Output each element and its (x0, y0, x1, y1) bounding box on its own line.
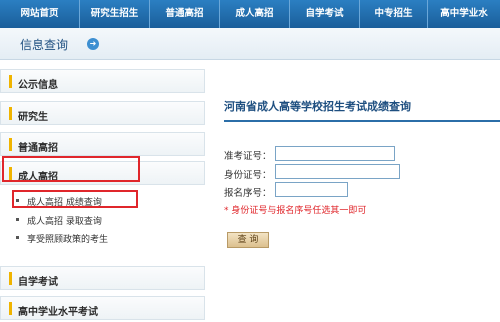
exam-number-input[interactable] (275, 146, 395, 161)
hint-note: * 身份证号与报名序号任选其一即可 (224, 206, 367, 216)
bullet-bar-icon (9, 138, 12, 151)
sidebar-item-graduate[interactable]: 研究生 (0, 101, 205, 125)
bullet-bar-icon (9, 107, 12, 120)
id-number-label: 身份证号： (224, 170, 272, 181)
nav-graduate[interactable]: 研究生招生 (80, 0, 150, 28)
id-number-input[interactable] (275, 164, 400, 179)
nav-self-study[interactable]: 自学考试 (290, 0, 360, 28)
query-title: 河南省成人高等学校招生考试成绩查询 (224, 100, 411, 113)
sidebar-subitem-admission-query[interactable]: 成人高招 录取查询 (0, 213, 205, 227)
divider (224, 120, 500, 122)
top-nav: 网站首页 研究生招生 普通高招 成人高招 自学考试 中专招生 高中学业水 (0, 0, 500, 28)
exam-number-label: 准考证号： (224, 151, 272, 162)
query-button[interactable]: 查 询 (227, 232, 269, 248)
sidebar-item-self-study[interactable]: 自学考试 (0, 266, 205, 290)
registration-number-input[interactable] (275, 182, 348, 197)
bullet-icon (16, 218, 19, 221)
page-header: 信息查询 ➜ (0, 28, 500, 60)
registration-number-label: 报名序号： (224, 188, 272, 199)
sidebar-item-label: 研究生 (18, 112, 48, 123)
nav-highschool[interactable]: 高中学业水 (428, 0, 500, 28)
sidebar-item-label: 高中学业水平考试 (18, 307, 98, 318)
sidebar-item-label: 自学考试 (18, 277, 58, 288)
sidebar-subitem-policy[interactable]: 享受照顾政策的考生 (0, 231, 205, 245)
bullet-bar-icon (9, 302, 12, 315)
nav-general[interactable]: 普通高招 (150, 0, 220, 28)
bullet-bar-icon (9, 75, 12, 88)
page-title: 信息查询 (20, 38, 69, 52)
sidebar-item-highschool[interactable]: 高中学业水平考试 (0, 296, 205, 320)
nav-home[interactable]: 网站首页 (0, 0, 80, 28)
sidebar-item-label: 普通高招 (18, 143, 58, 154)
highlight-box (2, 156, 140, 182)
sidebar-item-public-info[interactable]: 公示信息 (0, 69, 205, 93)
highlight-box (12, 190, 138, 208)
bullet-bar-icon (9, 272, 12, 285)
arrow-circle-icon[interactable]: ➜ (87, 38, 99, 50)
sidebar-item-label: 公示信息 (18, 80, 58, 91)
nav-secondary[interactable]: 中专招生 (360, 0, 428, 28)
sidebar-subitem-label: 享受照顾政策的考生 (27, 235, 109, 245)
sidebar-subitem-label: 成人高招 录取查询 (27, 217, 102, 227)
sidebar-item-general[interactable]: 普通高招 (0, 132, 205, 156)
bullet-icon (16, 236, 19, 239)
nav-adult[interactable]: 成人高招 (220, 0, 290, 28)
